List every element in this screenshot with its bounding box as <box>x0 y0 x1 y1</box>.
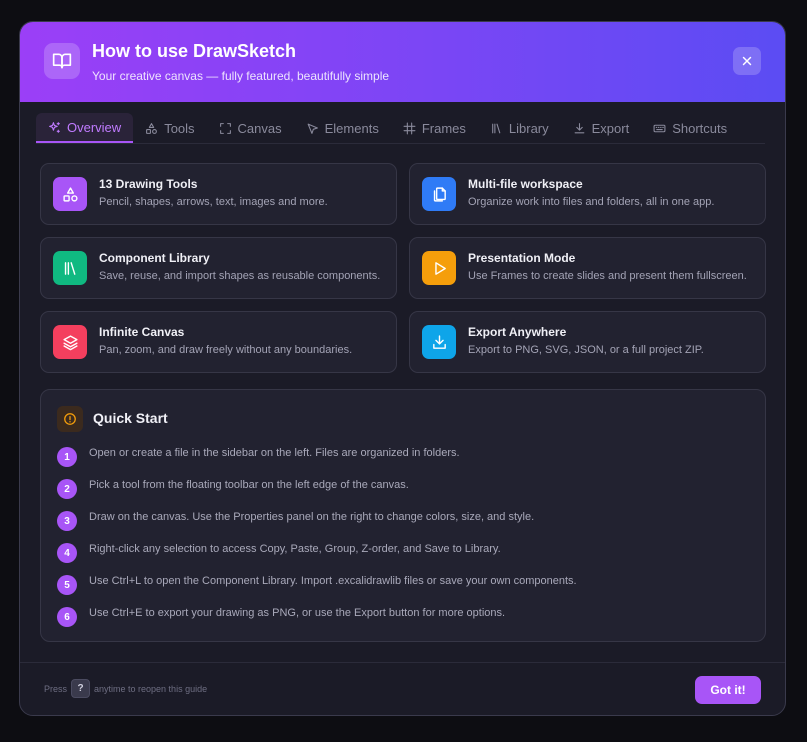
step-text: Draw on the canvas. Use the Properties p… <box>89 511 535 523</box>
list-item: 5 Use Ctrl+L to open the Component Libra… <box>57 573 747 605</box>
tab-export[interactable]: Export <box>561 113 642 143</box>
list-item: 6 Use Ctrl+E to export your drawing as P… <box>57 605 747 637</box>
tab-overview[interactable]: Overview <box>36 113 134 143</box>
help-dialog: How to use DrawSketch Your creative canv… <box>19 21 786 716</box>
feature-title: 13 Drawing Tools <box>99 177 198 191</box>
library-icon <box>53 251 87 285</box>
dialog-header: How to use DrawSketch Your creative canv… <box>20 22 785 102</box>
got-it-button[interactable]: Got it! <box>695 676 761 704</box>
play-icon <box>422 251 456 285</box>
step-text: Open or create a file in the sidebar on … <box>89 447 460 459</box>
tab-bar: Overview Tools Canvas Elements Frames Li… <box>36 113 739 143</box>
sparkles-icon <box>49 121 60 133</box>
feature-description: Save, reuse, and import shapes as reusab… <box>99 270 381 282</box>
tab-label: Frames <box>421 120 466 136</box>
list-item: 1 Open or create a file in the sidebar o… <box>57 445 747 477</box>
tab-label: Canvas <box>237 120 282 136</box>
feature-card: Infinite Canvas Pan, zoom, and draw free… <box>40 311 397 373</box>
expand-icon <box>219 122 231 134</box>
list-item: 3 Draw on the canvas. Use the Properties… <box>57 509 747 541</box>
step-text: Use Ctrl+E to export your drawing as PNG… <box>89 607 506 619</box>
quick-start-title: Quick Start <box>93 410 168 426</box>
step-number: 5 <box>57 575 77 595</box>
feature-card: Component Library Save, reuse, and impor… <box>40 237 397 299</box>
feature-grid: 13 Drawing Tools Pencil, shapes, arrows,… <box>40 163 766 373</box>
tab-frames[interactable]: Frames <box>391 113 478 143</box>
tab-label: Elements <box>324 120 379 136</box>
feature-title: Export Anywhere <box>468 325 567 339</box>
press-label: Press <box>44 683 68 694</box>
tab-label: Tools <box>164 120 195 136</box>
step-text: Pick a tool from the floating toolbar on… <box>89 479 409 491</box>
feature-description: Organize work into files and folders, al… <box>468 196 715 208</box>
tab-library[interactable]: Library <box>478 113 561 143</box>
step-number: 4 <box>57 543 77 563</box>
tabs-divider <box>36 143 765 144</box>
book-open-icon <box>44 43 80 79</box>
dialog-title: How to use DrawSketch <box>92 41 297 61</box>
tab-shortcuts[interactable]: Shortcuts <box>641 113 739 143</box>
step-number: 2 <box>57 479 77 499</box>
pointer-icon <box>307 123 318 134</box>
feature-description: Pencil, shapes, arrows, text, images and… <box>99 196 328 208</box>
feature-description: Export to PNG, SVG, JSON, or a full proj… <box>468 344 704 356</box>
quick-start-steps: 1 Open or create a file in the sidebar o… <box>57 445 747 637</box>
step-number: 3 <box>57 511 77 531</box>
dialog-subtitle: Your creative canvas — fully featured, b… <box>92 69 390 83</box>
feature-title: Infinite Canvas <box>99 325 185 339</box>
library-icon <box>492 123 501 133</box>
tab-label: Library <box>508 120 549 136</box>
feature-card: Presentation Mode Use Frames to create s… <box>409 237 766 299</box>
feature-description: Pan, zoom, and draw freely without any b… <box>99 344 353 356</box>
keyboard-icon <box>653 124 666 132</box>
feature-description: Use Frames to create slides and present … <box>468 270 747 282</box>
close-icon <box>742 56 752 66</box>
step-text: Right-click any selection to access Copy… <box>89 543 501 555</box>
feature-card: Export Anywhere Export to PNG, SVG, JSON… <box>409 311 766 373</box>
step-number: 1 <box>57 447 77 467</box>
frame-icon <box>403 122 416 134</box>
alert-circle-icon <box>57 406 83 432</box>
shapes-icon <box>53 177 87 211</box>
hint-text: anytime to reopen this guide <box>94 683 208 694</box>
feature-card: 13 Drawing Tools Pencil, shapes, arrows,… <box>40 163 397 225</box>
step-number: 6 <box>57 607 77 627</box>
quick-start-panel: Quick Start 1 Open or create a file in t… <box>40 389 766 642</box>
download-icon <box>574 122 585 133</box>
footer-hint: Press ? anytime to reopen this guide <box>44 679 207 698</box>
shapes-icon <box>146 122 158 134</box>
tab-tools[interactable]: Tools <box>133 113 206 143</box>
step-text: Use Ctrl+L to open the Component Library… <box>89 575 577 587</box>
feature-title: Multi-file workspace <box>468 177 583 191</box>
download-icon <box>422 325 456 359</box>
feature-title: Component Library <box>99 251 210 265</box>
help-key: ? <box>71 679 91 698</box>
list-item: 4 Right-click any selection to access Co… <box>57 541 747 573</box>
tab-canvas[interactable]: Canvas <box>207 113 294 143</box>
tab-elements[interactable]: Elements <box>294 113 391 143</box>
feature-title: Presentation Mode <box>468 251 576 265</box>
close-button[interactable] <box>733 47 761 75</box>
tab-label: Shortcuts <box>672 120 728 136</box>
list-item: 2 Pick a tool from the floating toolbar … <box>57 477 747 509</box>
footer-divider <box>20 662 785 663</box>
tab-label: Export <box>591 120 630 136</box>
files-icon <box>422 177 456 211</box>
feature-card: Multi-file workspace Organize work into … <box>409 163 766 225</box>
tab-label: Overview <box>67 119 122 135</box>
layers-icon <box>53 325 87 359</box>
